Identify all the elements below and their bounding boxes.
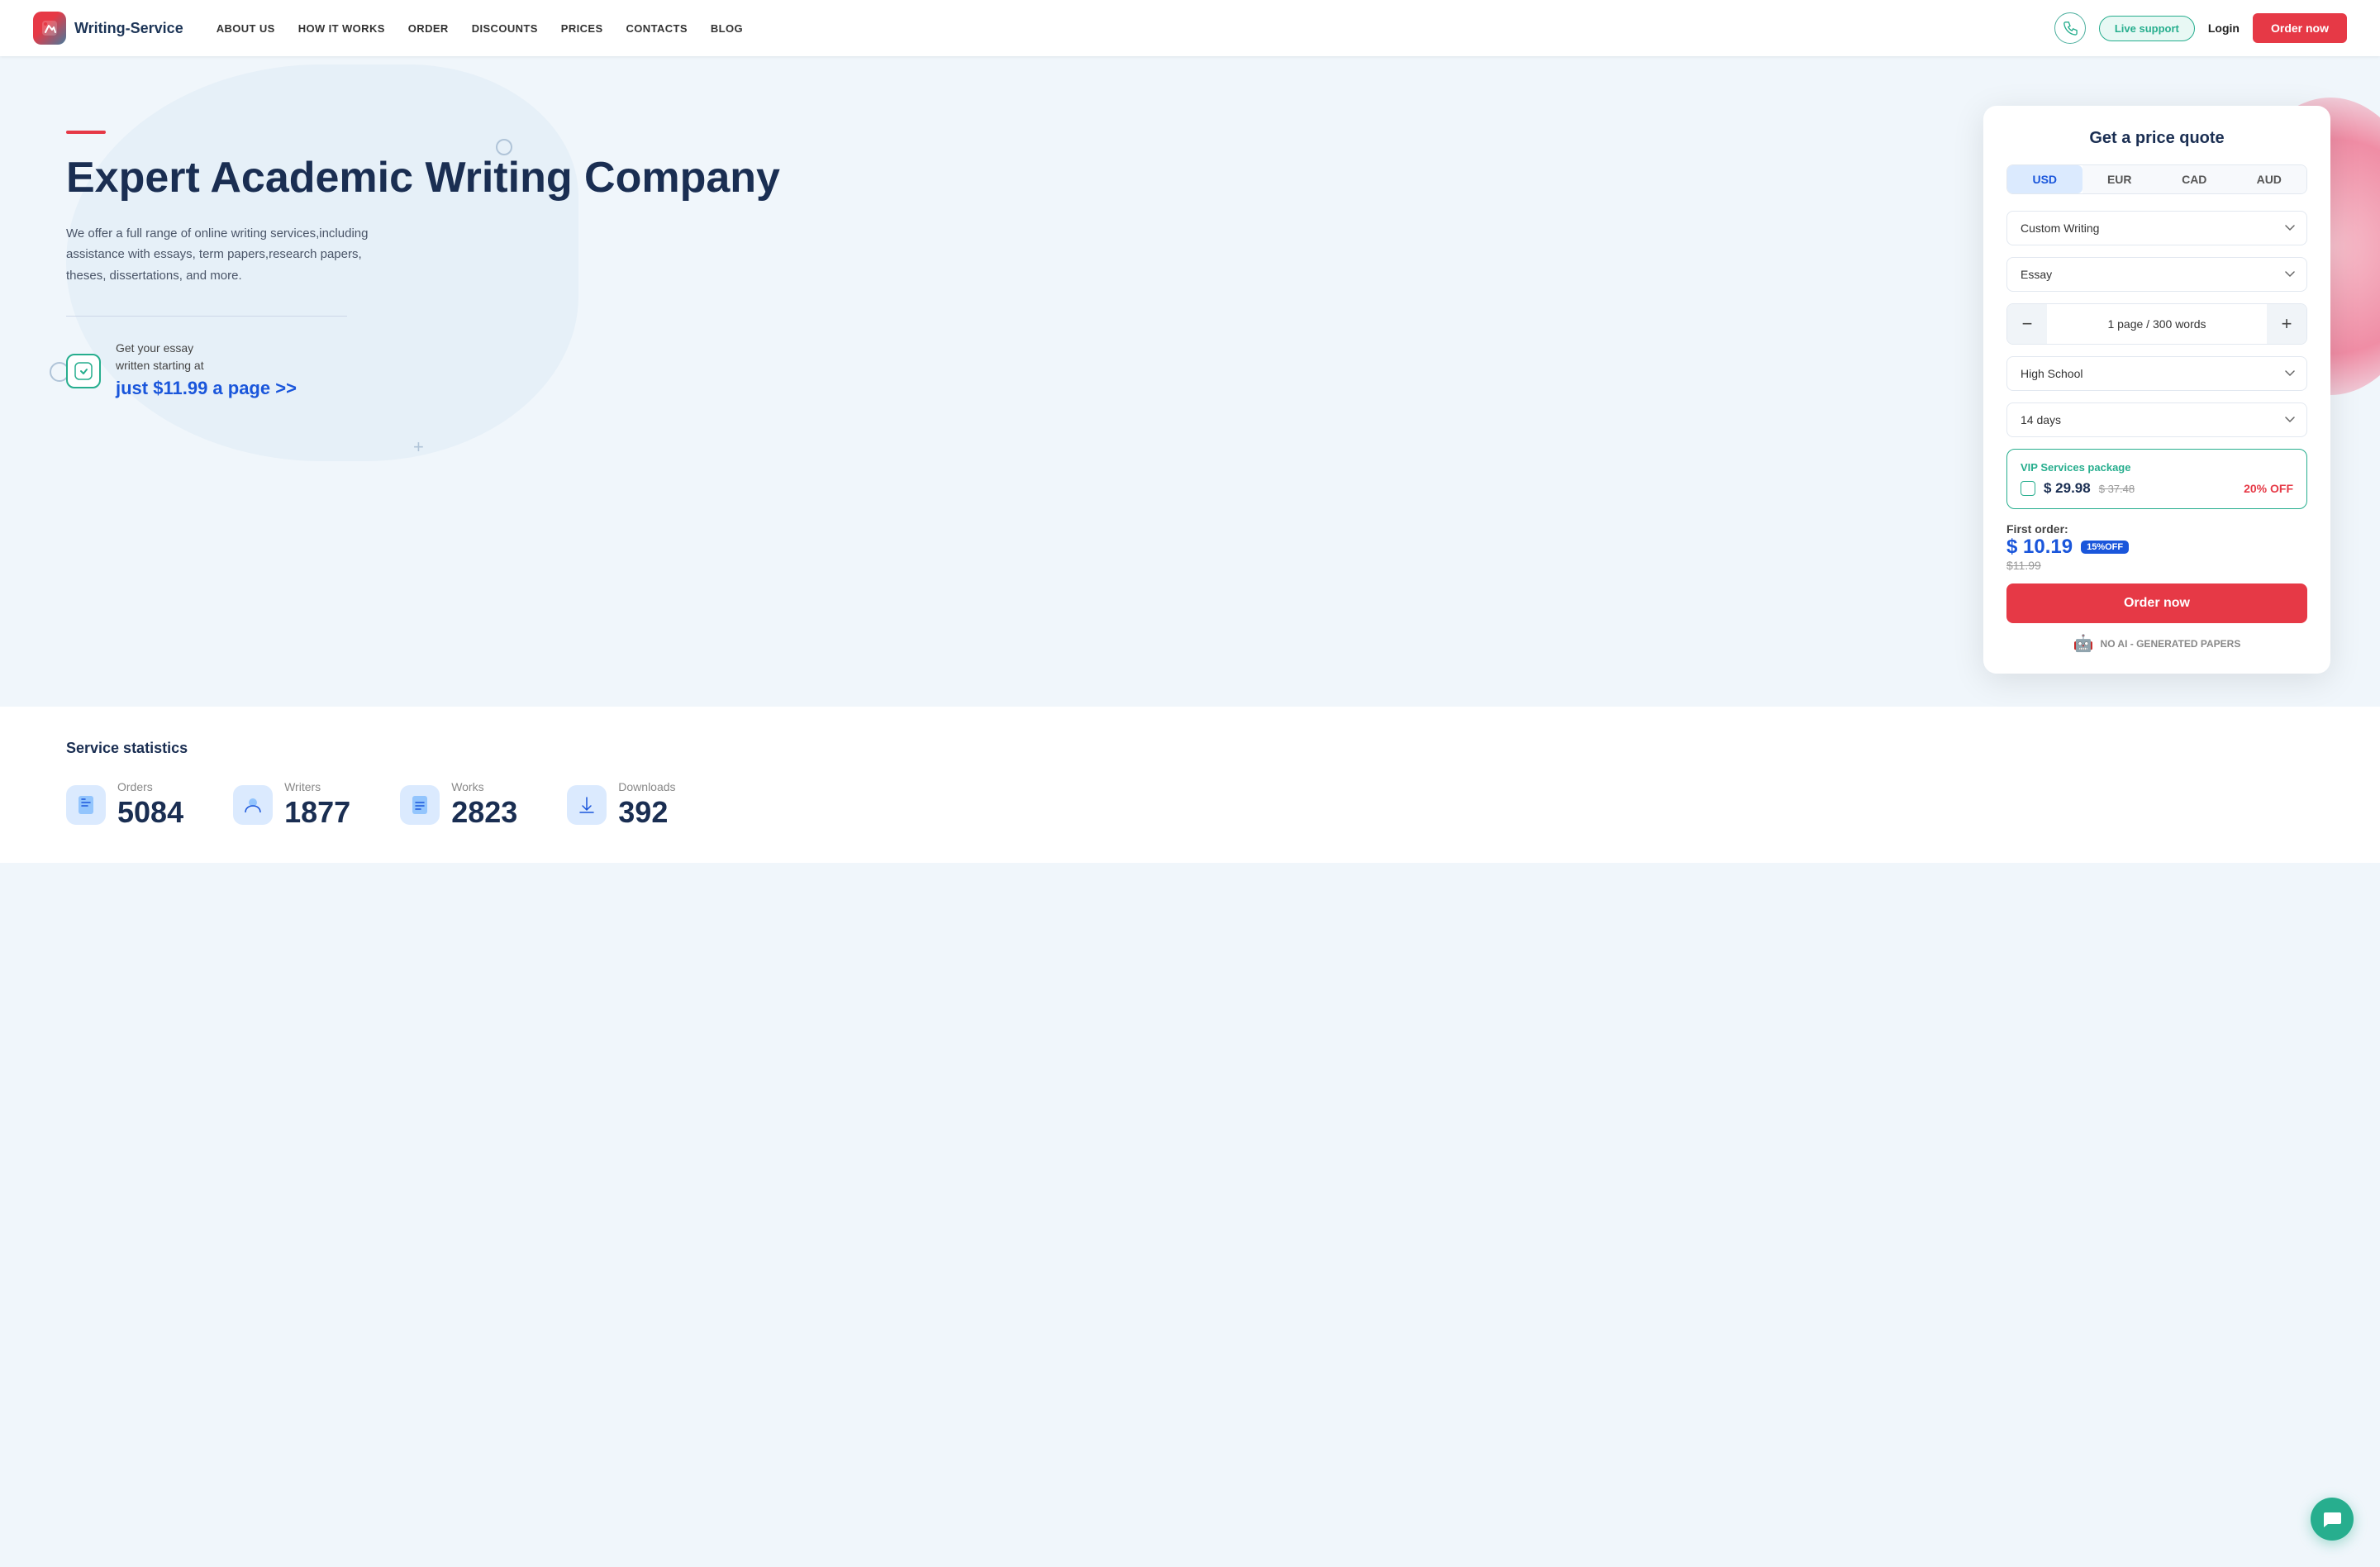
vip-row: $ 29.98 $ 37.48 20% OFF: [2021, 480, 2293, 497]
vip-checkbox[interactable]: [2021, 481, 2035, 496]
cta-text-block: Get your essay written starting at just …: [116, 340, 297, 402]
first-order-left: First order: $ 10.19 15%OFF $11.99: [2006, 522, 2129, 572]
pages-decrease-button[interactable]: −: [2007, 304, 2047, 344]
stat-writers: Writers 1877: [233, 780, 350, 830]
orders-label: Orders: [117, 780, 183, 793]
pages-increase-button[interactable]: +: [2267, 304, 2306, 344]
navbar: Writing-Service ABOUT US HOW IT WORKS OR…: [0, 0, 2380, 56]
price-quote-card: Get a price quote USD EUR CAD AUD Custom…: [1983, 106, 2330, 674]
writers-label: Writers: [284, 780, 350, 793]
hero-divider: [66, 316, 347, 317]
hero-section: + Expert Academic Writing Company We off…: [0, 56, 2380, 707]
first-order-row: First order: $ 10.19 15%OFF $11.99: [2006, 522, 2307, 572]
logo[interactable]: Writing-Service: [33, 12, 183, 45]
chat-bubble[interactable]: [2311, 1498, 2354, 1541]
orders-icon: [66, 785, 106, 825]
order-now-button[interactable]: Order now: [2006, 583, 2307, 623]
stats-title: Service statistics: [66, 740, 2314, 757]
writers-value: 1877: [284, 795, 350, 830]
no-ai-row: 🤖 NO AI - GENERATED PAPERS: [2006, 633, 2307, 654]
nav-blog[interactable]: BLOG: [711, 22, 743, 35]
works-label: Works: [451, 780, 517, 793]
vip-price: $ 29.98: [2044, 480, 2091, 497]
nav-prices[interactable]: PRICES: [561, 22, 603, 35]
cta-text-line1: Get your essay: [116, 340, 297, 357]
cta-text-line2: written starting at: [116, 357, 297, 374]
hero-left: Expert Academic Writing Company We offer…: [66, 106, 1983, 402]
currency-tabs: USD EUR CAD AUD: [2006, 164, 2307, 194]
accent-line: [66, 131, 106, 134]
deadline-select[interactable]: 14 days: [2006, 402, 2307, 437]
works-text: Works 2823: [451, 780, 517, 830]
first-order-price: $ 10.19: [2006, 536, 2073, 559]
nav-about[interactable]: ABOUT US: [217, 22, 275, 35]
hero-description: We offer a full range of online writing …: [66, 223, 397, 287]
nav-right: Live support Login Order now: [2054, 12, 2347, 44]
first-order-label: First order:: [2006, 522, 2129, 536]
cta-price-link[interactable]: just $11.99 a page >>: [116, 374, 297, 402]
paper-type-select[interactable]: Essay: [2006, 257, 2307, 292]
phone-button[interactable]: [2054, 12, 2086, 44]
currency-cad[interactable]: CAD: [2157, 165, 2232, 193]
downloads-value: 392: [618, 795, 675, 830]
vip-services-box: VIP Services package $ 29.98 $ 37.48 20%…: [2006, 449, 2307, 509]
login-button[interactable]: Login: [2208, 21, 2240, 35]
stat-orders: Orders 5084: [66, 780, 183, 830]
works-value: 2823: [451, 795, 517, 830]
hero-cta-row: Get your essay written starting at just …: [66, 340, 1983, 402]
nav-how-it-works[interactable]: HOW IT WORKS: [298, 22, 385, 35]
vip-title: VIP Services package: [2021, 461, 2293, 474]
vip-original-price: $ 37.48: [2099, 483, 2135, 495]
nav-order[interactable]: ORDER: [408, 22, 449, 35]
discount-badge: 15%OFF: [2081, 541, 2129, 554]
hero-title: Expert Academic Writing Company: [66, 154, 1983, 203]
nav-discounts[interactable]: DISCOUNTS: [472, 22, 538, 35]
works-icon: [400, 785, 440, 825]
downloads-icon: [567, 785, 607, 825]
order-now-nav-button[interactable]: Order now: [2253, 13, 2347, 43]
downloads-label: Downloads: [618, 780, 675, 793]
no-ai-icon: 🤖: [2073, 633, 2094, 654]
stats-section: Service statistics Orders 5084: [0, 707, 2380, 863]
stat-downloads: Downloads 392: [567, 780, 675, 830]
first-order-original: $11.99: [2006, 559, 2129, 572]
currency-eur[interactable]: EUR: [2082, 165, 2158, 193]
price-card-title: Get a price quote: [2006, 129, 2307, 148]
logo-text: Writing-Service: [74, 20, 183, 37]
currency-aud[interactable]: AUD: [2232, 165, 2307, 193]
stat-works: Works 2823: [400, 780, 517, 830]
pages-row: − 1 page / 300 words +: [2006, 303, 2307, 345]
orders-value: 5084: [117, 795, 183, 830]
first-order-price-row: $ 10.19 15%OFF: [2006, 536, 2129, 559]
nav-contacts[interactable]: CONTACTS: [626, 22, 688, 35]
downloads-text: Downloads 392: [618, 780, 675, 830]
live-support-button[interactable]: Live support: [2099, 16, 2195, 41]
orders-text: Orders 5084: [117, 780, 183, 830]
service-type-select[interactable]: Custom Writing: [2006, 211, 2307, 245]
academic-level-select[interactable]: High School: [2006, 356, 2307, 391]
currency-usd[interactable]: USD: [2007, 165, 2082, 193]
no-ai-text: NO AI - GENERATED PAPERS: [2101, 638, 2241, 650]
writers-icon: [233, 785, 273, 825]
nav-links: ABOUT US HOW IT WORKS ORDER DISCOUNTS PR…: [217, 22, 2054, 35]
logo-icon: [33, 12, 66, 45]
pages-label: 1 page / 300 words: [2047, 317, 2267, 331]
stats-row: Orders 5084 Writers 1877: [66, 780, 2314, 830]
vip-discount-badge: 20% OFF: [2244, 482, 2293, 495]
cta-icon-box: [66, 354, 101, 388]
writers-text: Writers 1877: [284, 780, 350, 830]
decorative-plus-1: +: [413, 436, 424, 458]
